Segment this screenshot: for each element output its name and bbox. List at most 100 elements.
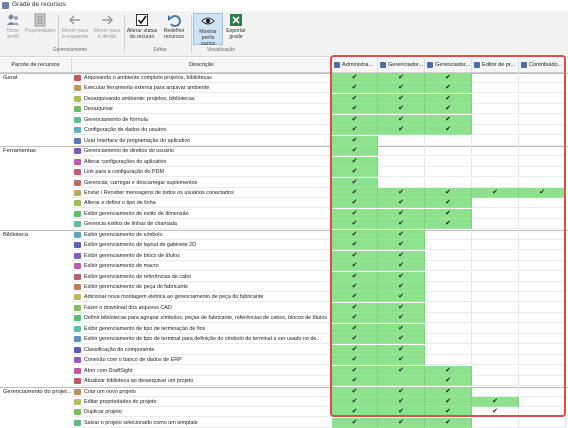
header-role[interactable]: Gerenciador... (425, 58, 472, 73)
permission-cell[interactable] (472, 177, 519, 188)
permission-cell[interactable] (425, 313, 472, 324)
permission-cell[interactable] (425, 271, 472, 282)
permission-cell[interactable] (472, 208, 519, 219)
permission-cell[interactable] (425, 229, 472, 240)
permission-cell[interactable]: ✔ (425, 198, 472, 209)
permission-cell[interactable]: ✔ (332, 125, 378, 136)
permission-cell[interactable]: ✔ (332, 240, 378, 251)
permission-cell[interactable] (425, 177, 472, 188)
permission-cell[interactable]: ✔ (332, 167, 378, 178)
resource-row[interactable]: Exibir gerenciamento de tipo de terminaç… (72, 324, 332, 334)
resource-row[interactable]: Fazer o download dos arquivos CAD (72, 303, 332, 313)
permission-cell[interactable]: ✔ (332, 365, 378, 376)
permission-cell[interactable] (472, 261, 519, 272)
permission-cell[interactable] (472, 146, 519, 157)
permission-cell[interactable]: ✔ (425, 386, 472, 397)
header-role[interactable]: Editor de pr... (472, 58, 519, 73)
header-role[interactable]: Contribuido... (519, 58, 566, 73)
permission-cell[interactable] (519, 156, 566, 167)
resource-row[interactable]: Gerenciamento de fórmula (72, 115, 332, 125)
permission-cell[interactable]: ✔ (378, 313, 425, 324)
permission-cell[interactable] (378, 177, 425, 188)
permission-cell[interactable] (378, 156, 425, 167)
permission-cell[interactable] (519, 282, 566, 292)
permission-cell[interactable] (519, 167, 566, 178)
resource-row[interactable]: Usar Interface de programação do aplicat… (72, 136, 332, 146)
permission-cell[interactable] (519, 83, 566, 94)
header-description[interactable]: Descrição (72, 58, 332, 73)
permission-cell[interactable] (425, 282, 472, 292)
permission-cell[interactable] (378, 167, 425, 178)
permission-cell[interactable]: ✔ (332, 83, 378, 94)
resource-row[interactable]: Exibir gerenciamento de peça do fabrican… (72, 282, 332, 292)
permission-cell[interactable] (519, 271, 566, 282)
permission-cell[interactable]: ✔ (425, 417, 472, 428)
permission-cell[interactable]: ✔ (332, 323, 378, 334)
permission-cell[interactable]: ✔ (332, 292, 378, 303)
resource-row[interactable]: Desarquivando ambiente: projetos, biblio… (72, 94, 332, 104)
permission-cell[interactable]: ✔ (378, 125, 425, 136)
permission-cell[interactable]: ✔ (425, 104, 472, 115)
resource-row[interactable]: Atualizar biblioteca ao desarquivar um p… (72, 376, 332, 387)
permission-cell[interactable] (519, 135, 566, 146)
resource-row[interactable]: Exibir gerenciamento de macro (72, 261, 332, 272)
permission-cell[interactable] (425, 167, 472, 178)
resource-row[interactable]: Enviar / Receber mensagens de todos os u… (72, 188, 332, 198)
permission-cell[interactable]: ✔ (425, 208, 472, 219)
resource-row[interactable]: Definir bibliotecas para agrupar símbolo… (72, 313, 332, 324)
permission-cell[interactable] (472, 271, 519, 282)
resource-row[interactable]: Alterar e definir o tipo de linha (72, 198, 332, 209)
permission-cell[interactable] (472, 114, 519, 125)
header-role[interactable]: Gerenciador... (378, 58, 425, 73)
permission-cell[interactable]: ✔ (519, 187, 566, 198)
permission-cell[interactable] (472, 355, 519, 366)
resource-row[interactable]: Exibir gerenciamento de layout de gabine… (72, 240, 332, 251)
resource-row[interactable]: Desarquivar (72, 104, 332, 115)
permission-cell[interactable] (519, 261, 566, 272)
export-grid-button[interactable]: Exportar grade (223, 13, 249, 40)
permission-cell[interactable]: ✔ (332, 407, 378, 418)
permission-cell[interactable] (472, 376, 519, 387)
permission-cell[interactable]: ✔ (332, 334, 378, 345)
permission-cell[interactable] (425, 146, 472, 157)
permission-cell[interactable] (519, 292, 566, 303)
resource-row[interactable]: Alterar configurações do aplicativo (72, 157, 332, 167)
permission-cell[interactable]: ✔ (425, 219, 472, 230)
permission-cell[interactable] (425, 240, 472, 251)
permission-cell[interactable] (472, 344, 519, 355)
resource-row[interactable]: Abrir com DraftSight (72, 366, 332, 376)
permission-cell[interactable]: ✔ (472, 187, 519, 198)
permission-cell[interactable] (472, 302, 519, 313)
permission-cell[interactable] (425, 355, 472, 366)
permission-cell[interactable] (519, 365, 566, 376)
permission-cell[interactable]: ✔ (332, 376, 378, 387)
resource-row[interactable]: Exibir gerenciamento de tipo de terminal… (72, 334, 332, 345)
permission-cell[interactable] (425, 135, 472, 146)
permission-cell[interactable]: ✔ (378, 271, 425, 282)
permission-cell[interactable] (519, 250, 566, 261)
resource-row[interactable]: Gerencia estilos de linhas de chamada (72, 219, 332, 230)
permission-cell[interactable]: ✔ (378, 208, 425, 219)
permission-cell[interactable] (472, 167, 519, 178)
permission-cell[interactable] (519, 104, 566, 115)
permission-cell[interactable]: ✔ (332, 135, 378, 146)
permission-cell[interactable] (472, 386, 519, 397)
permission-cell[interactable]: ✔ (378, 83, 425, 94)
permission-cell[interactable]: ✔ (378, 386, 425, 397)
permission-cell[interactable]: ✔ (332, 344, 378, 355)
permission-cell[interactable]: ✔ (378, 93, 425, 104)
permission-cell[interactable] (472, 135, 519, 146)
permission-cell[interactable] (519, 114, 566, 125)
permission-cell[interactable] (472, 365, 519, 376)
permission-cell[interactable] (425, 250, 472, 261)
resource-row[interactable]: Arquivando o ambiente completo projetos,… (72, 73, 332, 83)
permission-cell[interactable]: ✔ (332, 302, 378, 313)
permission-cell[interactable] (519, 177, 566, 188)
permission-cell[interactable] (425, 292, 472, 303)
move-right-button[interactable]: Mover para a direita (92, 13, 122, 40)
permission-cell[interactable] (519, 208, 566, 219)
permission-cell[interactable] (519, 376, 566, 387)
permission-cell[interactable] (472, 229, 519, 240)
permission-cell[interactable] (425, 261, 472, 272)
toggle-status-button[interactable]: Alterar status do recurso (126, 13, 158, 40)
